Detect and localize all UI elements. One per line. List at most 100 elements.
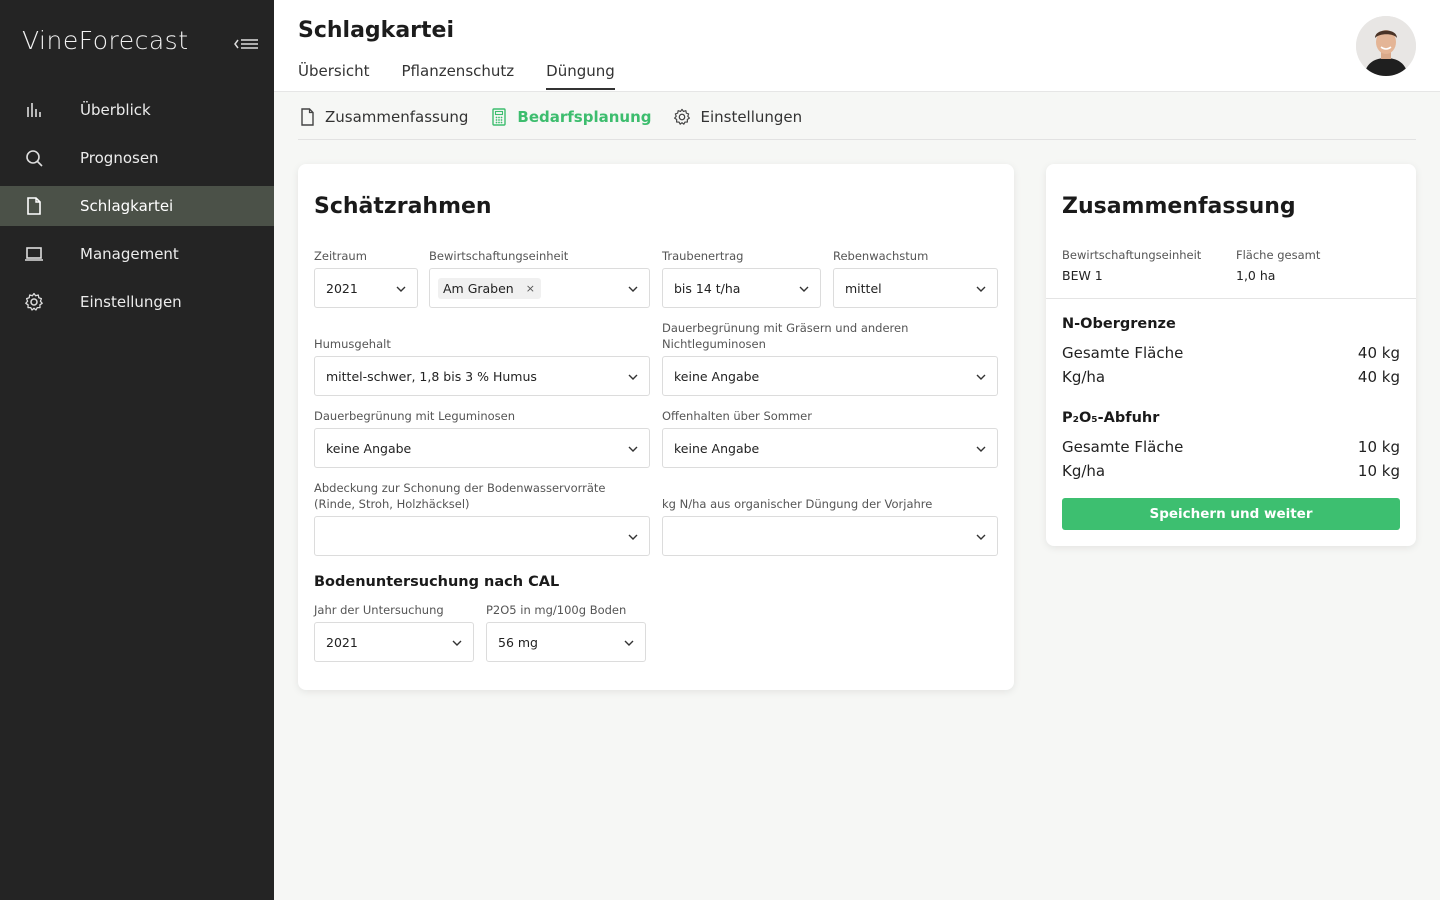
chevron-down-icon (628, 534, 638, 540)
file-icon (298, 107, 316, 126)
sidebar-item-label: Management (80, 245, 179, 263)
sidebar-nav: Überblick Prognosen Schlagkartei Managem… (0, 90, 274, 330)
menu-collapse-icon (234, 39, 258, 49)
rebenwachstum-label: Rebenwachstum (833, 249, 929, 263)
summary-row: Kg/ha 40 kg (1062, 368, 1400, 386)
file-icon (24, 196, 44, 216)
label-line: Dauerbegrünung mit Gräsern und anderen (662, 321, 909, 335)
sidebar-item-management[interactable]: Management (0, 234, 274, 274)
page-title: Schlagkartei (298, 18, 454, 43)
label-line: Abdeckung zur Schonung der Bodenwasservo… (314, 481, 606, 495)
row-label: Gesamte Fläche (1062, 438, 1184, 456)
humusgehalt-label: Humusgehalt (314, 337, 391, 351)
summary-row: Gesamte Fläche 40 kg (1062, 344, 1400, 362)
chevron-down-icon (628, 286, 638, 292)
chevron-down-icon (624, 640, 634, 646)
sidebar-item-schlagkartei[interactable]: Schlagkartei (0, 186, 274, 226)
traubenertrag-label: Traubenertrag (662, 249, 744, 263)
user-avatar-icon (1356, 16, 1416, 76)
subtab-label: Bedarfsplanung (517, 107, 652, 126)
summary-card: Zusammenfassung Bewirtschaftungseinheit … (1046, 164, 1416, 546)
zeitraum-select[interactable]: 2021 (314, 268, 418, 308)
select-value: mittel (845, 280, 882, 296)
page-header: Schlagkartei Übersicht Pflanzenschutz Dü… (274, 0, 1440, 92)
chevron-down-icon (976, 446, 986, 452)
gear-icon (673, 108, 691, 126)
divider (1046, 298, 1416, 299)
select-value: mittel-schwer, 1,8 bis 3 % Humus (326, 368, 537, 384)
sidebar-item-label: Prognosen (80, 149, 159, 167)
app-logo[interactable]: VineForecast (22, 26, 189, 55)
zeitraum-label: Zeitraum (314, 249, 367, 263)
row-label: Kg/ha (1062, 368, 1106, 386)
sidebar-item-prognosen[interactable]: Prognosen (0, 138, 274, 178)
offenhalten-select[interactable]: keine Angabe (662, 428, 998, 468)
dauerbegruenung-graeser-label: Dauerbegrünung mit Gräsern und anderen N… (662, 320, 908, 352)
tab-duengung[interactable]: Düngung (546, 62, 615, 90)
select-value: 2021 (326, 280, 358, 296)
collapse-sidebar-button[interactable] (232, 32, 260, 56)
select-value: bis 14 t/ha (674, 280, 741, 296)
sidebar-item-einstellungen[interactable]: Einstellungen (0, 282, 274, 322)
dauerbegruenung-leguminosen-label: Dauerbegrünung mit Leguminosen (314, 409, 516, 423)
row-label: Gesamte Fläche (1062, 344, 1184, 362)
chevron-down-icon (396, 286, 406, 292)
chevron-down-icon (452, 640, 462, 646)
row-label: Kg/ha (1062, 462, 1106, 480)
n-obergrenze-heading: N-Obergrenze (1062, 316, 1176, 332)
summary-area-label: Fläche gesamt (1236, 248, 1321, 262)
summary-unit-value: BEW 1 (1062, 268, 1103, 283)
chip-label: Am Graben (443, 280, 514, 296)
calculator-icon (490, 107, 508, 126)
chevron-down-icon (628, 374, 638, 380)
tab-pflanzenschutz[interactable]: Pflanzenschutz (402, 62, 515, 90)
organische-duengung-label: kg N/ha aus organischer Düngung der Vorj… (662, 497, 933, 511)
dauerbegruenung-graeser-select[interactable]: keine Angabe (662, 356, 998, 396)
offenhalten-label: Offenhalten über Sommer (662, 409, 812, 423)
row-value: 40 kg (1357, 344, 1400, 362)
row-value: 10 kg (1357, 462, 1400, 480)
card-title: Zusammenfassung (1062, 194, 1296, 219)
chip-remove-button[interactable]: × (526, 282, 535, 295)
sidebar: VineForecast Überblick Prognosen Schlagk… (0, 0, 274, 900)
humusgehalt-select[interactable]: mittel-schwer, 1,8 bis 3 % Humus (314, 356, 650, 396)
jahr-untersuchung-label: Jahr der Untersuchung (314, 603, 444, 617)
bewirtschaftungseinheit-select[interactable]: Am Graben × (429, 268, 650, 308)
card-title: Schätzrahmen (314, 194, 492, 219)
row-value: 40 kg (1357, 368, 1400, 386)
save-and-continue-button[interactable]: Speichern und weiter (1062, 498, 1400, 530)
chevron-down-icon (976, 534, 986, 540)
traubenertrag-select[interactable]: bis 14 t/ha (662, 268, 821, 308)
chevron-down-icon (799, 286, 809, 292)
avatar[interactable] (1356, 16, 1416, 76)
select-value: keine Angabe (674, 440, 760, 456)
tab-uebersicht[interactable]: Übersicht (298, 62, 370, 90)
summary-row: Kg/ha 10 kg (1062, 462, 1400, 480)
subtabs: Zusammenfassung Bedarfsplanung Einstellu… (298, 94, 1416, 140)
sidebar-item-label: Einstellungen (80, 293, 182, 311)
chevron-down-icon (976, 374, 986, 380)
sidebar-item-label: Überblick (80, 101, 151, 119)
estimation-card: Schätzrahmen Zeitraum 2021 Bewirtschaftu… (298, 164, 1014, 690)
summary-row: Gesamte Fläche 10 kg (1062, 438, 1400, 456)
dauerbegruenung-leguminosen-select[interactable]: keine Angabe (314, 428, 650, 468)
rebenwachstum-select[interactable]: mittel (833, 268, 998, 308)
sidebar-item-ueberblick[interactable]: Überblick (0, 90, 274, 130)
jahr-untersuchung-select[interactable]: 2021 (314, 622, 474, 662)
label-line: Nichtleguminosen (662, 337, 766, 351)
selected-chip: Am Graben × (438, 277, 541, 299)
organische-duengung-select[interactable] (662, 516, 998, 556)
bar-chart-icon (24, 100, 44, 120)
sidebar-item-label: Schlagkartei (80, 197, 174, 215)
subtab-einstellungen[interactable]: Einstellungen (673, 108, 802, 126)
abdeckung-select[interactable] (314, 516, 650, 556)
bodenuntersuchung-heading: Bodenuntersuchung nach CAL (314, 574, 560, 590)
p2o5-select[interactable]: 56 mg (486, 622, 646, 662)
subtab-label: Einstellungen (700, 107, 803, 126)
subtab-bedarfsplanung[interactable]: Bedarfsplanung (490, 108, 651, 126)
row-value: 10 kg (1357, 438, 1400, 456)
p2o5-label: P2O5 in mg/100g Boden (486, 603, 627, 617)
select-value: keine Angabe (326, 440, 412, 456)
subtab-zusammenfassung[interactable]: Zusammenfassung (298, 108, 468, 126)
gear-icon (24, 292, 44, 312)
